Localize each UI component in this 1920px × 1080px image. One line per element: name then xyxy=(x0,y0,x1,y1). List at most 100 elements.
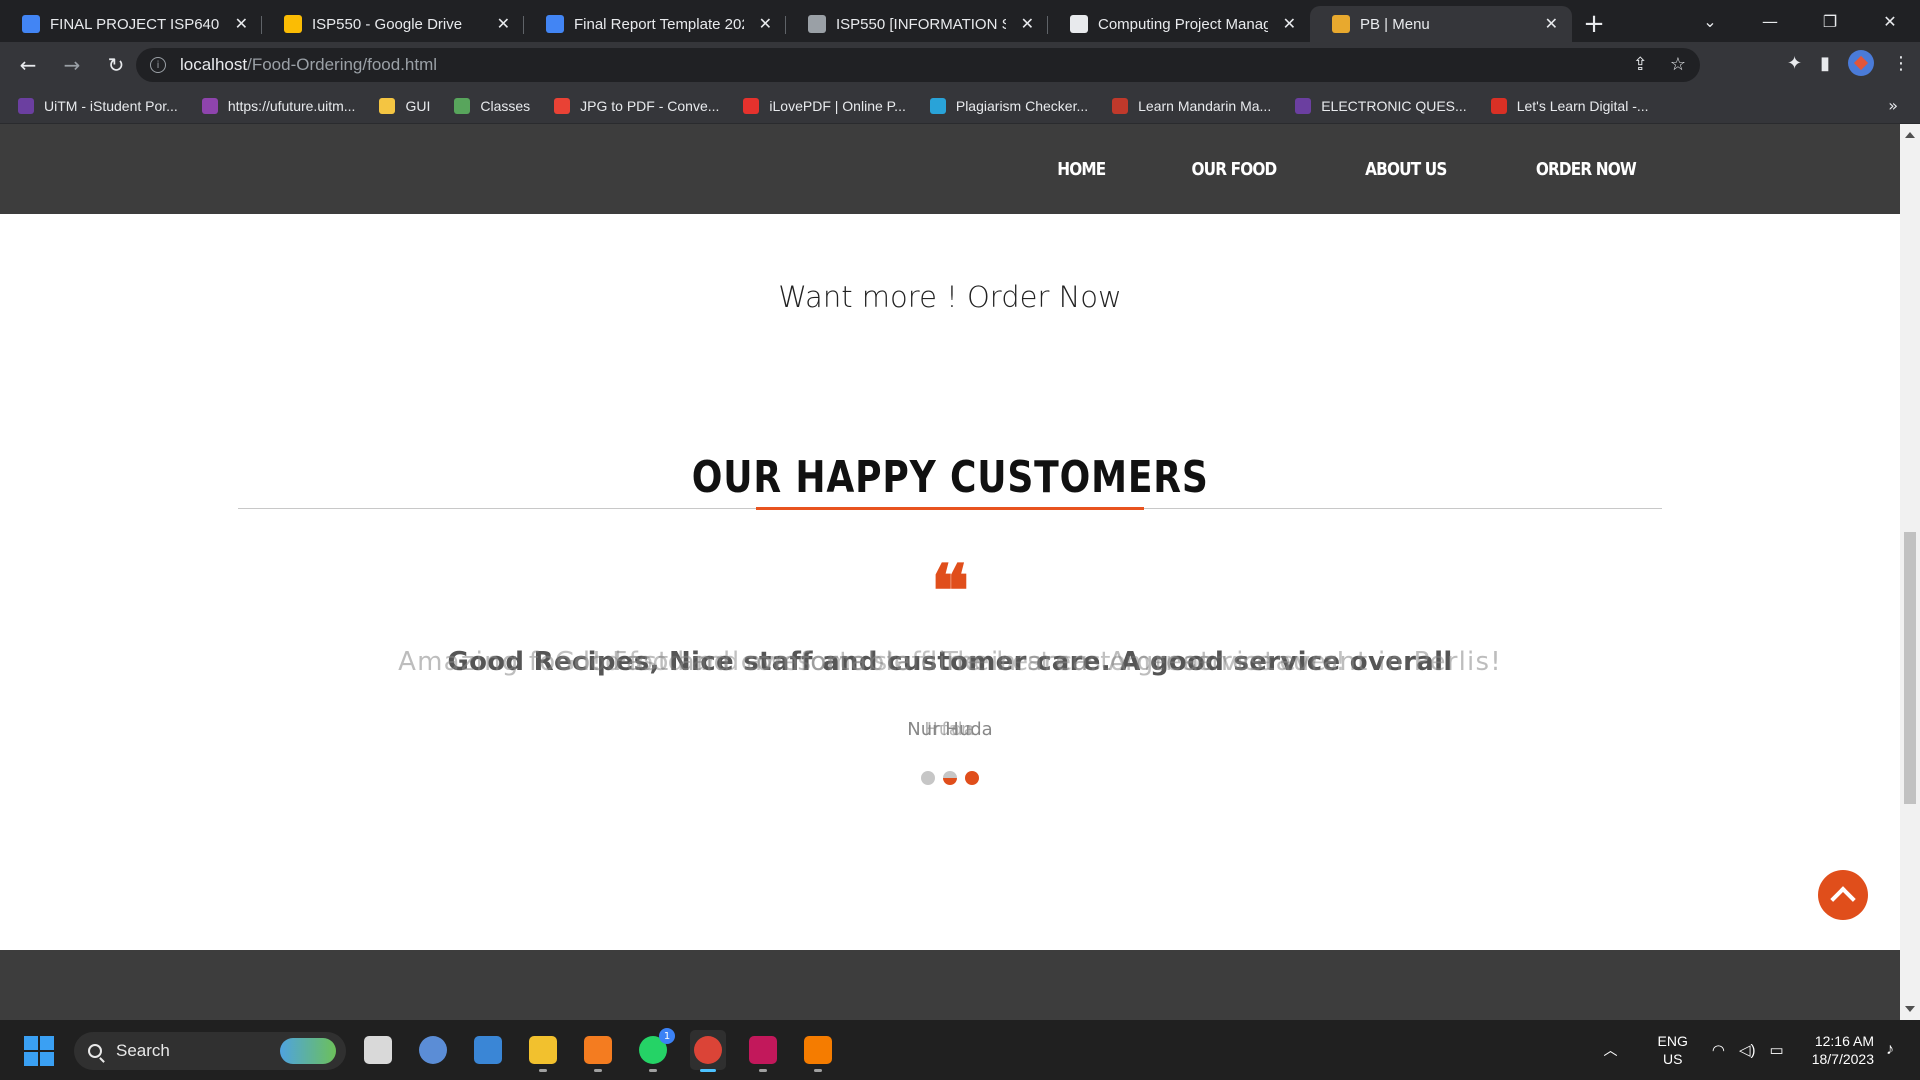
taskbar-app-button[interactable] xyxy=(360,1030,396,1070)
browser-tab[interactable]: Computing Project Manage ✕ xyxy=(1048,6,1310,42)
show-hidden-icons-chevron-icon[interactable]: ︿ xyxy=(1604,1040,1618,1060)
section-title: OUR HAPPY CUSTOMERS xyxy=(691,452,1209,503)
taskbar-app-button[interactable] xyxy=(580,1030,616,1072)
notifications-icon[interactable]: ♪ xyxy=(1886,1041,1908,1059)
taskbar-app-button[interactable]: 1 xyxy=(635,1028,675,1072)
back-button[interactable]: ← xyxy=(8,45,48,85)
tab-close-icon[interactable]: ✕ xyxy=(235,14,248,33)
xampp-icon xyxy=(584,1036,612,1064)
clock-date: 18/7/2023 xyxy=(1811,1051,1874,1067)
extensions-puzzle-icon[interactable]: ✦ xyxy=(1787,53,1802,74)
nav-our-food-link[interactable]: OUR FOOD xyxy=(1191,159,1277,180)
restore-button[interactable]: ❐ xyxy=(1800,0,1860,42)
taskbar-app-button[interactable] xyxy=(470,1030,506,1070)
nav-order-now-link[interactable]: ORDER NOW xyxy=(1536,159,1637,180)
back-to-top-button[interactable] xyxy=(1818,870,1868,920)
url-path: /Food-Ordering/food.html xyxy=(247,55,438,74)
nav-about-us-link[interactable]: ABOUT US xyxy=(1365,159,1447,180)
bookmark-star-icon[interactable]: ☆ xyxy=(1670,54,1686,75)
docs-icon xyxy=(546,15,564,33)
profile-avatar[interactable] xyxy=(1848,50,1874,76)
tab-search-chevron-icon[interactable]: ⌄ xyxy=(1680,0,1740,42)
scroll-down-arrow[interactable] xyxy=(1905,1006,1915,1012)
browser-menu-icon[interactable]: ⋮ xyxy=(1892,53,1910,74)
carousel-dot[interactable] xyxy=(943,771,957,785)
taskbar-app-button[interactable] xyxy=(415,1030,451,1070)
bookmark-item[interactable]: ELECTRONIC QUES... xyxy=(1295,97,1467,114)
nav-home-link[interactable]: HOME xyxy=(1057,159,1106,180)
clock-time: 12:16 AM xyxy=(1814,1033,1874,1049)
browser-tab[interactable]: PB | Menu ✕ xyxy=(1310,6,1572,42)
browser-tab[interactable]: Final Report Template 2023 ✕ xyxy=(524,6,786,42)
bookmark-item[interactable]: https://ufuture.uitm... xyxy=(201,97,356,114)
notification-badge: 1 xyxy=(659,1028,675,1044)
browser-tab[interactable]: FINAL PROJECT ISP640 - Go ✕ xyxy=(0,6,262,42)
scrollbar-thumb[interactable] xyxy=(1904,532,1916,804)
taskbar-app-button[interactable] xyxy=(800,1030,836,1072)
close-window-button[interactable]: ✕ xyxy=(1860,0,1920,42)
wifi-icon: ◠ xyxy=(1711,1042,1725,1059)
bookmark-favicon-icon xyxy=(1112,97,1129,114)
volume-icon: ◁) xyxy=(1738,1042,1756,1059)
tab-close-icon[interactable]: ✕ xyxy=(759,14,772,33)
bookmark-favicon-icon xyxy=(929,97,946,114)
tab-title: Final Report Template 2023 xyxy=(574,15,744,33)
tab-title: ISP550 - Google Drive xyxy=(312,15,463,33)
taskbar-app-button[interactable] xyxy=(745,1030,781,1072)
bookmark-item[interactable]: Let's Learn Digital -... xyxy=(1490,97,1649,114)
scroll-up-arrow[interactable] xyxy=(1905,132,1915,138)
bookmark-label: Plagiarism Checker... xyxy=(955,97,1089,114)
address-bar[interactable]: i localhost/Food-Ordering/food.html ⇪ ☆ xyxy=(136,48,1700,82)
bookmark-label: https://ufuture.uitm... xyxy=(227,97,356,114)
reload-button[interactable]: ↻ xyxy=(96,45,136,85)
bookmarks-overflow-chevron-icon[interactable]: » xyxy=(1888,96,1898,115)
bookmark-item[interactable]: Plagiarism Checker... xyxy=(929,97,1089,114)
forward-button[interactable]: → xyxy=(52,45,92,85)
url-host: localhost xyxy=(180,55,248,74)
tab-close-icon[interactable]: ✕ xyxy=(1545,14,1558,33)
side-panel-icon[interactable]: ▮ xyxy=(1820,53,1830,74)
testimonial-author-name: Huda xyxy=(924,719,976,740)
browser-tab[interactable]: ISP550 [INFORMATION SYS ✕ xyxy=(786,6,1048,42)
testimonial-text: Good food and awesome staff. The best cu… xyxy=(554,647,1346,677)
taskbar-app-button[interactable] xyxy=(525,1030,561,1072)
tab-title: FINAL PROJECT ISP640 - Go xyxy=(50,15,220,33)
order-now-cta[interactable]: Want more ! Order Now xyxy=(0,280,1900,314)
browser-toolbar: ← → ↻ i localhost/Food-Ordering/food.htm… xyxy=(0,42,1920,88)
input-language[interactable]: ENG US xyxy=(1658,1032,1688,1068)
carousel-dot[interactable] xyxy=(965,771,979,785)
share-icon[interactable]: ⇪ xyxy=(1633,54,1648,75)
bookmark-item[interactable]: Classes xyxy=(454,97,530,114)
taskbar-app-button[interactable] xyxy=(690,1030,726,1072)
quote-icon: ❝ xyxy=(930,548,970,633)
bookmark-item[interactable]: JPG to PDF - Conve... xyxy=(554,97,719,114)
bookmark-item[interactable]: GUI xyxy=(379,97,430,114)
minimize-button[interactable]: — xyxy=(1740,0,1800,42)
start-button[interactable] xyxy=(24,1036,54,1066)
draw-app-icon xyxy=(804,1036,832,1064)
tray-status-icons[interactable]: ◠ ◁) ▭ xyxy=(1712,1041,1784,1059)
bookmark-item[interactable]: UiTM - iStudent Por... xyxy=(18,97,178,114)
new-tab-button[interactable]: + xyxy=(1572,6,1616,42)
carousel-dot[interactable] xyxy=(921,771,935,785)
taskbar-clock[interactable]: 12:16 AM 18/7/2023 xyxy=(1812,1032,1874,1068)
browser-tab[interactable]: ISP550 - Google Drive ✕ xyxy=(262,6,524,42)
wps-office-icon xyxy=(749,1036,777,1064)
institution-icon xyxy=(1070,15,1088,33)
bookmark-label: Let's Learn Digital -... xyxy=(1516,97,1649,114)
bookmark-label: UiTM - iStudent Por... xyxy=(44,97,178,114)
bookmark-item[interactable]: Learn Mandarin Ma... xyxy=(1112,97,1271,114)
page-scrollbar[interactable] xyxy=(1900,124,1920,1020)
tab-close-icon[interactable]: ✕ xyxy=(1283,14,1296,33)
bookmarks-bar: UiTM - iStudent Por... https://ufuture.ui… xyxy=(0,88,1920,124)
site-info-icon[interactable]: i xyxy=(150,57,166,73)
tab-close-icon[interactable]: ✕ xyxy=(497,14,510,33)
search-label: Search xyxy=(116,1041,170,1060)
system-tray: ︿ ENG US ◠ ◁) ▭ 12:16 AM 18/7/2023 ♪ xyxy=(1604,1020,1920,1080)
site-footer xyxy=(0,950,1900,1020)
battery-icon: ▭ xyxy=(1769,1042,1784,1059)
taskbar-search[interactable]: Search xyxy=(74,1032,346,1070)
bookmark-item[interactable]: iLovePDF | Online P... xyxy=(743,97,906,114)
microsoft-store-icon xyxy=(474,1036,502,1064)
tab-close-icon[interactable]: ✕ xyxy=(1021,14,1034,33)
